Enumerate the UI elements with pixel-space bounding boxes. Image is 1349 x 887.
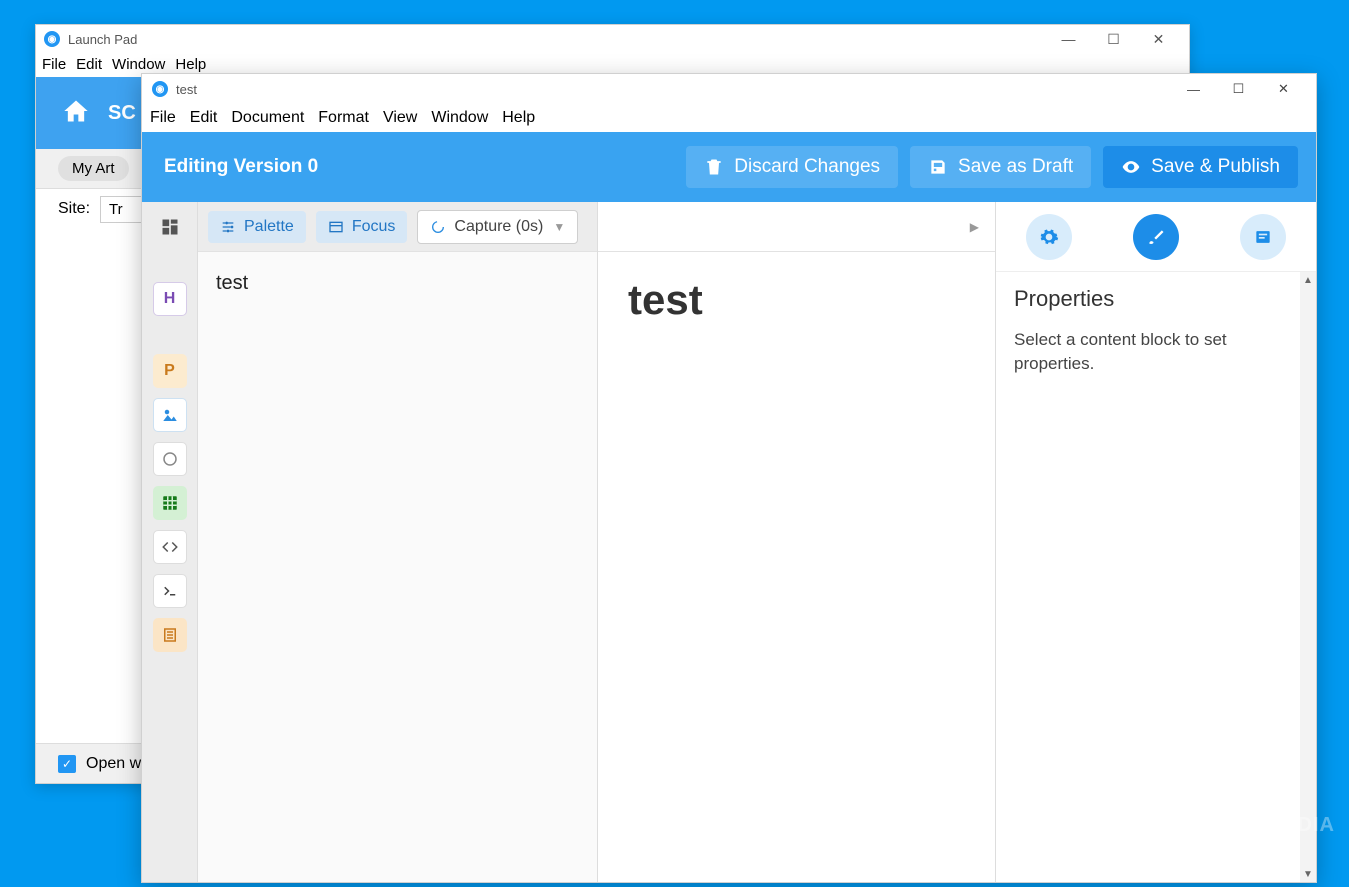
discard-label: Discard Changes — [734, 156, 880, 178]
editor-titlebar: ◉ test — ☐ ✕ — [142, 74, 1316, 104]
editing-version-label: Editing Version 0 — [164, 156, 318, 178]
focus-button[interactable]: Focus — [316, 211, 408, 243]
chevron-down-icon: ▼ — [553, 220, 565, 234]
capture-label: Capture (0s) — [454, 218, 543, 236]
save-icon — [928, 157, 948, 177]
menu-window[interactable]: Window — [112, 56, 165, 73]
menu-edit[interactable]: Edit — [76, 56, 102, 73]
preview-content: test — [598, 252, 995, 348]
window-title: Launch Pad — [68, 32, 137, 47]
scrollbar[interactable]: ▲ ▼ — [1300, 272, 1316, 882]
scroll-up-icon[interactable]: ▲ — [1300, 272, 1316, 288]
editor-window: ◉ test — ☐ ✕ File Edit Document Format V… — [141, 73, 1317, 883]
menu-document[interactable]: Document — [231, 109, 304, 127]
image-tool[interactable] — [153, 398, 187, 432]
maximize-button[interactable]: ☐ — [1091, 25, 1136, 53]
maximize-button[interactable]: ☐ — [1216, 74, 1261, 104]
palette-button[interactable]: Palette — [208, 211, 306, 243]
window-title: test — [176, 82, 197, 97]
note-tool[interactable] — [153, 618, 187, 652]
code-tool[interactable] — [153, 530, 187, 564]
save-as-draft-button[interactable]: Save as Draft — [910, 146, 1091, 188]
scroll-down-icon[interactable]: ▼ — [1300, 866, 1316, 882]
capture-button[interactable]: Capture (0s) ▼ — [417, 210, 578, 244]
toolbar-pill[interactable]: My Art — [58, 156, 129, 181]
brush-icon — [1146, 227, 1166, 247]
menu-help[interactable]: Help — [502, 109, 535, 127]
settings-tab[interactable] — [1026, 214, 1072, 260]
properties-body: Properties Select a content block to set… — [996, 272, 1316, 390]
properties-tabs — [996, 202, 1316, 272]
watermark: SOFTPEDIA — [1212, 814, 1335, 837]
menu-file[interactable]: File — [42, 56, 66, 73]
terminal-tool[interactable] — [153, 574, 187, 608]
table-tool[interactable] — [153, 486, 187, 520]
circle-tool[interactable] — [153, 442, 187, 476]
paragraph-tool[interactable]: P — [153, 354, 187, 388]
save-draft-label: Save as Draft — [958, 156, 1073, 178]
app-icon: ◉ — [44, 31, 60, 47]
layout-icon — [328, 219, 344, 235]
editor-body: H P — [142, 202, 1316, 882]
sliders-icon — [220, 219, 236, 235]
spinner-icon — [430, 219, 446, 235]
style-tab[interactable] — [1133, 214, 1179, 260]
menu-file[interactable]: File — [150, 109, 176, 127]
close-button[interactable]: ✕ — [1261, 74, 1306, 104]
source-content[interactable]: test — [198, 252, 597, 315]
menu-edit[interactable]: Edit — [190, 109, 218, 127]
preview-toolbar: ▶ — [598, 202, 995, 252]
launch-pad-titlebar: ◉ Launch Pad — ☐ ✕ — [36, 25, 1189, 53]
properties-heading: Properties — [1014, 286, 1298, 312]
preview-pane: ▶ test — [598, 202, 996, 882]
close-button[interactable]: ✕ — [1136, 25, 1181, 53]
open-checkbox[interactable]: ✓ — [58, 755, 76, 773]
palette-label: Palette — [244, 218, 294, 236]
header-label: SC — [108, 102, 136, 125]
open-label: Open w — [86, 755, 141, 773]
focus-label: Focus — [352, 218, 396, 236]
source-toolbar: Palette Focus Capture (0s) ▼ — [198, 202, 597, 252]
trash-icon — [704, 157, 724, 177]
save-and-publish-button[interactable]: Save & Publish — [1103, 146, 1298, 188]
source-pane: Palette Focus Capture (0s) ▼ test — [198, 202, 598, 882]
layout-tab[interactable] — [1240, 214, 1286, 260]
minimize-button[interactable]: — — [1171, 74, 1216, 104]
source-text: test — [216, 272, 248, 294]
menu-view[interactable]: View — [383, 109, 417, 127]
save-publish-label: Save & Publish — [1151, 156, 1280, 178]
menu-format[interactable]: Format — [318, 109, 369, 127]
dashboard-icon[interactable] — [153, 210, 187, 244]
tool-rail: H P — [142, 202, 198, 882]
menu-help[interactable]: Help — [175, 56, 206, 73]
properties-help-text: Select a content block to set properties… — [1014, 328, 1298, 376]
properties-pane: Properties Select a content block to set… — [996, 202, 1316, 882]
action-bar: Editing Version 0 Discard Changes Save a… — [142, 132, 1316, 202]
editor-menubar: File Edit Document Format View Window He… — [142, 104, 1316, 132]
card-icon — [1253, 227, 1273, 247]
minimize-button[interactable]: — — [1046, 25, 1091, 53]
app-icon: ◉ — [152, 81, 168, 97]
site-label: Site: — [58, 200, 90, 218]
eye-icon — [1121, 157, 1141, 177]
menu-window[interactable]: Window — [431, 109, 488, 127]
discard-changes-button[interactable]: Discard Changes — [686, 146, 898, 188]
gear-icon — [1039, 227, 1059, 247]
heading-tool[interactable]: H — [153, 282, 187, 316]
preview-heading: test — [628, 276, 965, 324]
home-icon[interactable] — [62, 97, 90, 130]
collapse-right-icon[interactable]: ▶ — [970, 220, 979, 234]
